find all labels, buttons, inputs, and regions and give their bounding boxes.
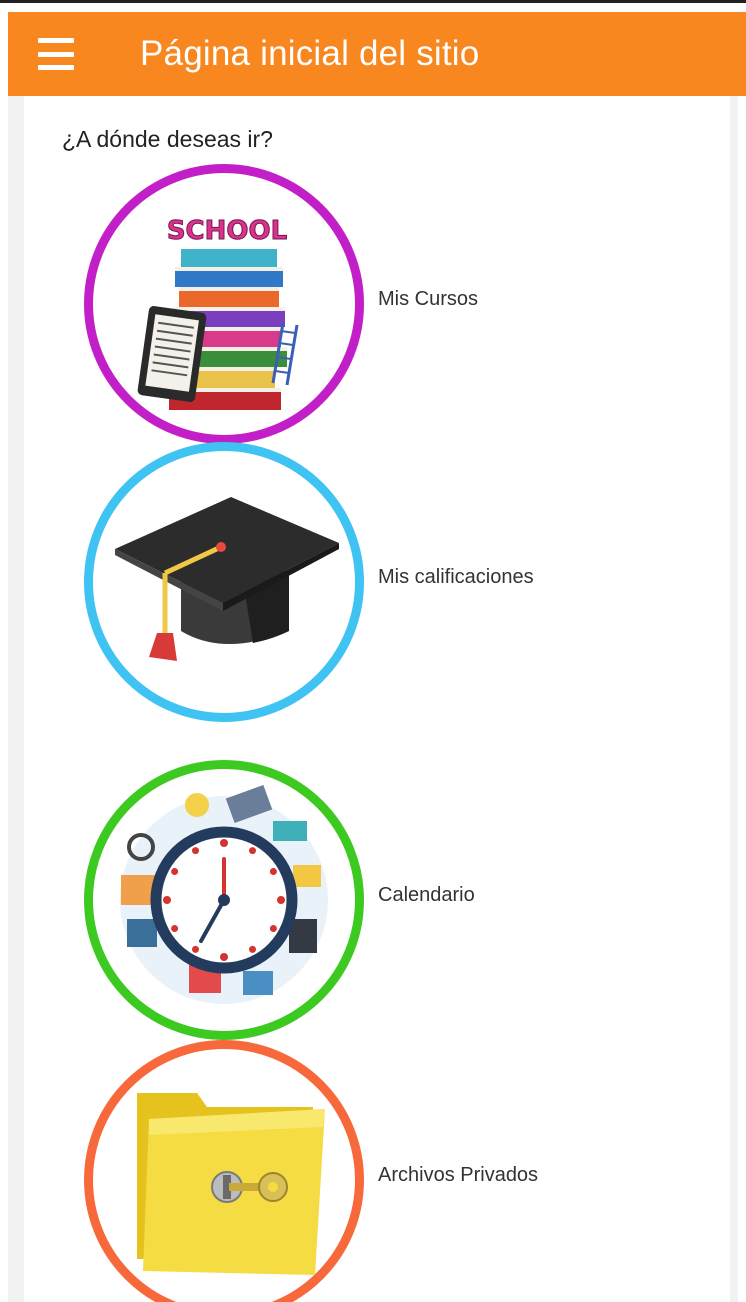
nav-item-label: Archivos Privados xyxy=(378,1164,539,1186)
school-sign: SCHOOL xyxy=(167,216,287,246)
nav-item-label: Mis calificaciones xyxy=(378,566,534,588)
app-screen: Página inicial del sitio ¿A dónde deseas… xyxy=(0,0,746,1302)
navigation-prompt: ¿A dónde deseas ir? xyxy=(62,126,273,152)
page-title: Página inicial del sitio xyxy=(140,34,480,73)
main-content: ¿A dónde deseas ir? SCHOOL Mis Cursos Mi… xyxy=(8,96,738,1302)
books-icon: SCHOOL xyxy=(84,164,364,444)
status-strip xyxy=(0,0,746,12)
nav-item-archivos-privados[interactable]: Archivos Privados xyxy=(84,1040,684,1302)
nav-item-mis-cursos[interactable]: SCHOOL Mis Cursos xyxy=(84,164,684,444)
locked-folder-icon xyxy=(84,1040,364,1302)
graduation-cap-icon xyxy=(84,442,364,722)
app-bar: Página inicial del sitio xyxy=(8,12,746,96)
nav-item-label: Calendario xyxy=(378,884,475,906)
hamburger-menu-icon[interactable] xyxy=(38,38,78,70)
nav-item-calendario[interactable]: Calendario xyxy=(84,760,684,1040)
nav-item-mis-calificaciones[interactable]: Mis calificaciones xyxy=(84,442,684,722)
clock-icon xyxy=(84,760,364,1040)
nav-item-label: Mis Cursos xyxy=(378,288,479,310)
